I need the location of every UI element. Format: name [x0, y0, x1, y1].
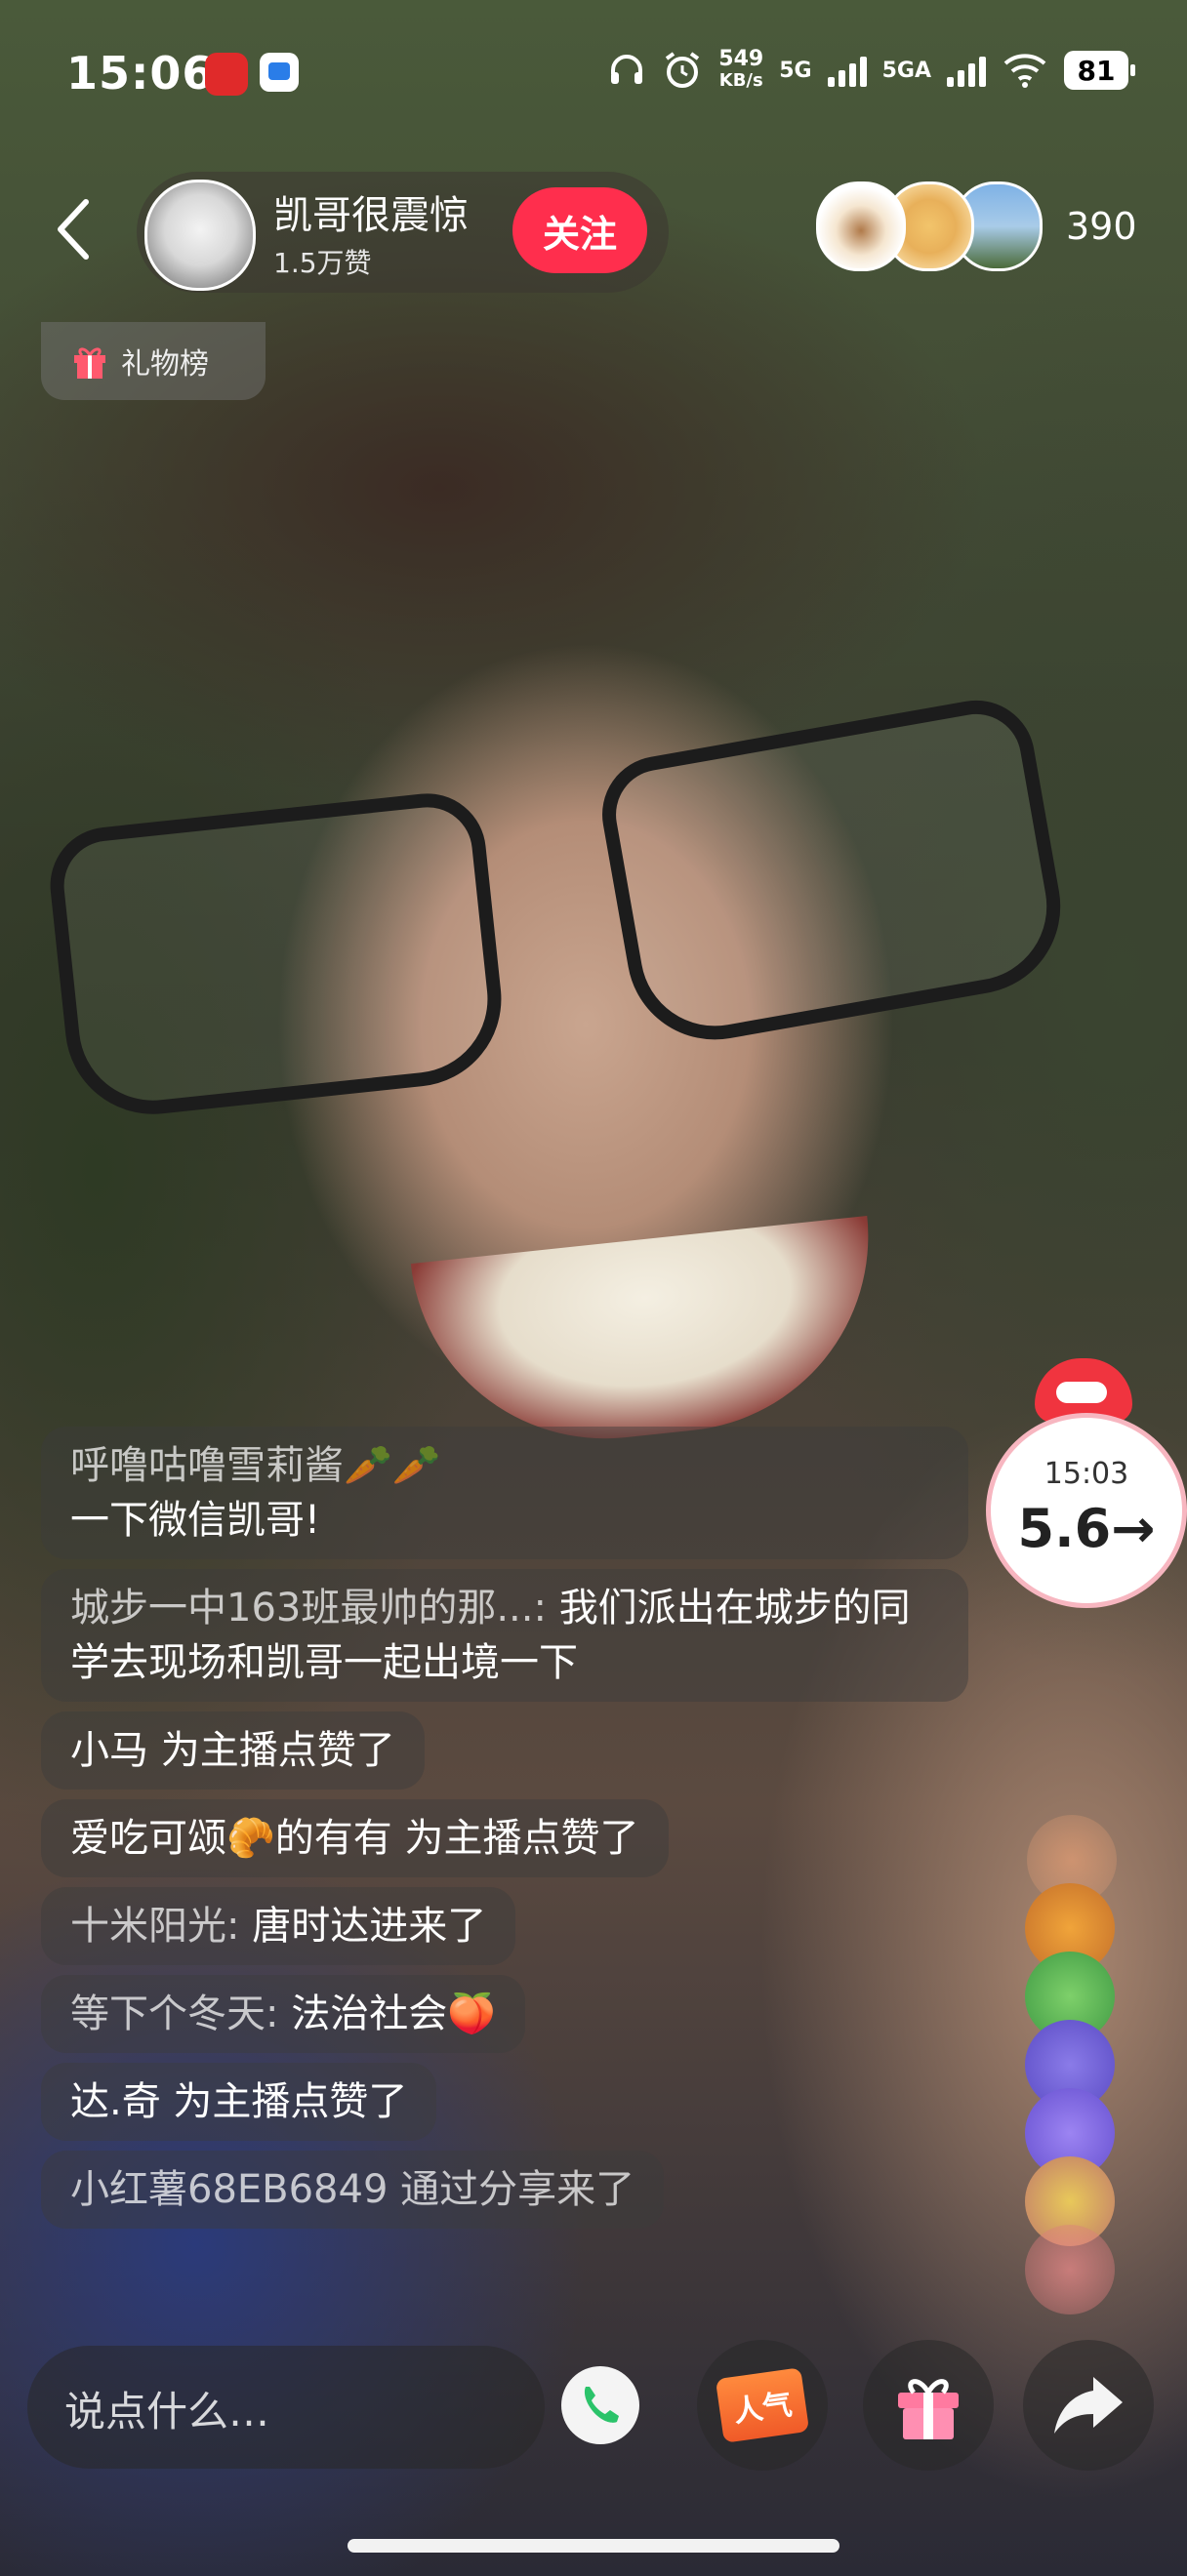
chat-message[interactable]: 小马 为主播点赞了: [41, 1711, 425, 1790]
signal-2-label: 5GA: [881, 58, 931, 83]
chat-message[interactable]: 城步一中163班最帅的那...: 我们派出在城步的同学去现场和凯哥一起出境一下: [41, 1569, 968, 1702]
chat-message[interactable]: 等下个冬天: 法治社会🍑: [41, 1975, 526, 2053]
timer-value: 5.6→: [1017, 1498, 1156, 1559]
chat-user: 十米阳光:: [70, 1904, 253, 1949]
chat-user: 呼噜咕噜雪莉酱🥕🥕: [70, 1443, 441, 1488]
notification-app-icon: [205, 53, 248, 96]
host-name: 凯哥很震惊: [273, 193, 469, 238]
comment-input[interactable]: 说点什么…: [27, 2346, 545, 2469]
chat-message[interactable]: 小红薯68EB6849 通过分享来了: [41, 2151, 665, 2229]
chat-message[interactable]: 达.奇 为主播点赞了: [41, 2063, 437, 2141]
gift-button[interactable]: [863, 2340, 994, 2471]
gift-box-icon: [898, 2379, 959, 2439]
chat-user: 小红薯68EB6849 通过分享来了: [70, 2167, 635, 2212]
chat-message[interactable]: 爱吃可颂🥐的有有 为主播点赞了: [41, 1799, 669, 1877]
viewer-avatar-1[interactable]: [816, 181, 906, 271]
call-button[interactable]: [535, 2340, 666, 2471]
chat-message[interactable]: 十米阳光: 唐时达进来了: [41, 1887, 516, 1965]
phone-icon: [561, 2366, 639, 2444]
share-arrow-icon: [1054, 2377, 1123, 2434]
network-speed-unit: KB/s: [718, 70, 763, 91]
network-speed: 549 KB/s: [718, 49, 763, 92]
status-time: 15:06: [66, 47, 215, 100]
gift-icon: [74, 347, 105, 379]
chat-text: 一下微信凯哥!: [70, 1498, 321, 1543]
host-avatar[interactable]: [144, 180, 256, 291]
viewer-count[interactable]: 390: [1066, 205, 1137, 248]
headphones-icon: [611, 55, 643, 84]
signal-1-bars-icon: [827, 54, 867, 87]
gift-rank-pill[interactable]: 礼物榜: [41, 322, 266, 400]
host-likes: 1.5万赞: [273, 247, 372, 279]
comment-input-placeholder: 说点什么…: [64, 2388, 270, 2435]
popularity-ticket-icon: 人气: [715, 2367, 810, 2443]
share-button[interactable]: [1023, 2340, 1154, 2471]
chat-user: 城步一中163班最帅的那...:: [70, 1586, 559, 1630]
gift-rank-label: 礼物榜: [121, 347, 209, 382]
chat-list: 呼噜咕噜雪莉酱🥕🥕 一下微信凯哥! 城步一中163班最帅的那...: 我们派出在…: [41, 1427, 978, 2238]
signal-1-label: 5G: [779, 58, 812, 83]
chat-text: 唐时达进来了: [252, 1904, 487, 1949]
video-smile: [410, 1215, 888, 1459]
message-app-icon: [260, 53, 299, 92]
popularity-button[interactable]: 人气: [697, 2340, 828, 2471]
video-glasses-left: [44, 787, 511, 1123]
chat-message[interactable]: 呼噜咕噜雪莉酱🥕🥕 一下微信凯哥!: [41, 1427, 968, 1559]
battery-indicator: 81: [1064, 51, 1135, 90]
chat-user: 达.奇 为主播点赞了: [70, 2079, 408, 2124]
popularity-label: 人气: [731, 2387, 795, 2430]
video-glasses-right: [593, 691, 1075, 1054]
top-viewers-avatars[interactable]: [816, 181, 1043, 271]
network-speed-value: 549: [718, 47, 764, 71]
host-info-card[interactable]: 凯哥很震惊 1.5万赞 关注: [137, 172, 669, 293]
timer-widget[interactable]: 15:03 5.6→: [986, 1413, 1187, 1608]
timer-time: 15:03: [1044, 1457, 1129, 1491]
chat-user: 爱吃可颂🥐的有有 为主播点赞了: [70, 1816, 639, 1861]
like-bubble-icon: [1025, 2225, 1115, 2314]
chat-user: 等下个冬天:: [70, 1992, 292, 2036]
alarm-icon: [666, 52, 700, 88]
follow-button[interactable]: 关注: [512, 187, 647, 273]
chat-user: 小马 为主播点赞了: [70, 1728, 395, 1773]
wifi-icon: [1003, 54, 1046, 88]
status-right-group: 549 KB/s 5G 5GA 81: [607, 49, 1135, 92]
signal-2-bars-icon: [947, 54, 986, 87]
chat-text: 法治社会🍑: [291, 1992, 497, 2036]
status-bar: 15:06 549 KB/s 5G 5GA 81: [0, 0, 1187, 146]
home-indicator[interactable]: [348, 2539, 839, 2553]
back-arrow-icon[interactable]: [45, 190, 103, 268]
